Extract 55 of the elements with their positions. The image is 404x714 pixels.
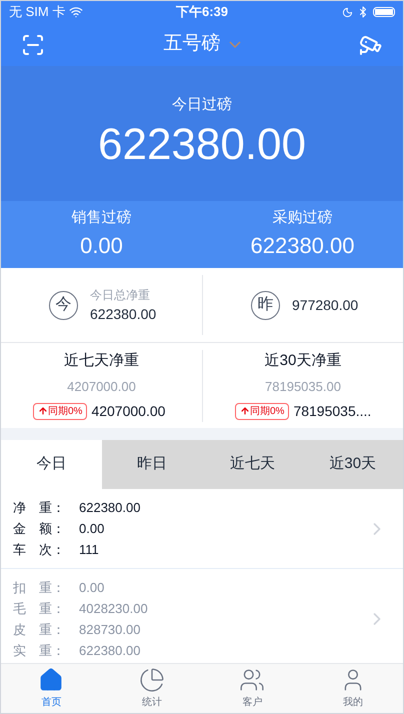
detail-group[interactable]: 净 重： 622380.00 金 额： 0.00 车 次： 111 [1, 489, 403, 568]
carrier-text: 无 SIM 卡 [9, 3, 66, 22]
sub-label: 销售过磅 [72, 208, 132, 228]
period-current: 4207000.00 [91, 402, 166, 420]
detail-value: 0.00 [79, 579, 104, 597]
bluetooth-icon [357, 6, 369, 18]
detail-label: 净 重： [13, 499, 66, 517]
change-text: 同期0% [250, 404, 284, 418]
detail-label: 金 额： [13, 520, 66, 538]
caret-icon [228, 41, 240, 48]
header-value: 622380.00 [98, 118, 306, 170]
detail-label: 实 重： [13, 642, 66, 660]
pie-chart-icon [138, 667, 165, 693]
moon-icon [342, 6, 353, 18]
detail-value: 828730.00 [79, 621, 140, 639]
detail-label: 车 次： [13, 541, 66, 559]
detail-value: 622380.00 [79, 642, 140, 660]
period-title: 近30天净重 [264, 350, 342, 370]
period-value: 4207000.00 [67, 378, 136, 396]
tab-bar-item[interactable]: 统计 [102, 664, 202, 713]
detail-value: 111 [79, 541, 99, 559]
header-label: 今日过磅 [172, 95, 232, 115]
change-text: 同期0% [48, 404, 82, 418]
clock-text: 下午6:39 [176, 3, 228, 22]
people-icon [239, 667, 266, 693]
summary-value: 977280.00 [292, 296, 358, 314]
detail-value: 622380.00 [79, 499, 140, 517]
detail-value: 4028230.00 [79, 600, 148, 618]
day-badge: 今 [49, 290, 78, 320]
detail-label: 毛 重： [13, 600, 66, 618]
up-arrow-icon [240, 406, 250, 416]
summary-value: 622380.00 [90, 304, 156, 324]
up-arrow-icon [38, 406, 48, 416]
scan-icon[interactable] [21, 32, 45, 56]
battery-icon [373, 7, 395, 17]
period-title: 近七天净重 [64, 350, 139, 370]
tab-bar-item[interactable]: 客户 [202, 664, 302, 713]
detail-value: 0.00 [79, 520, 104, 538]
period-tab[interactable]: 近30天 [302, 440, 403, 489]
sub-value: 0.00 [80, 232, 123, 260]
sub-label: 采购过磅 [272, 208, 332, 228]
period-value: 78195035.00 [265, 378, 341, 396]
detail-label: 皮 重： [13, 621, 66, 639]
period-tab[interactable]: 近七天 [202, 440, 302, 489]
day-badge: 昨 [251, 290, 280, 320]
tab-bar-item[interactable]: 我的 [302, 664, 403, 713]
period-current: 78195035.... [293, 402, 372, 420]
home-icon [38, 667, 64, 693]
period-tab[interactable]: 昨日 [102, 440, 202, 489]
tab-bar-item[interactable]: 首页 [1, 664, 102, 713]
detail-label: 扣 重： [13, 579, 66, 597]
wifi-icon [69, 5, 84, 19]
scale-selector[interactable]: 五号磅 [164, 30, 240, 59]
sub-value: 622380.00 [250, 232, 354, 260]
summary-label: 今日总净重 [90, 286, 151, 304]
